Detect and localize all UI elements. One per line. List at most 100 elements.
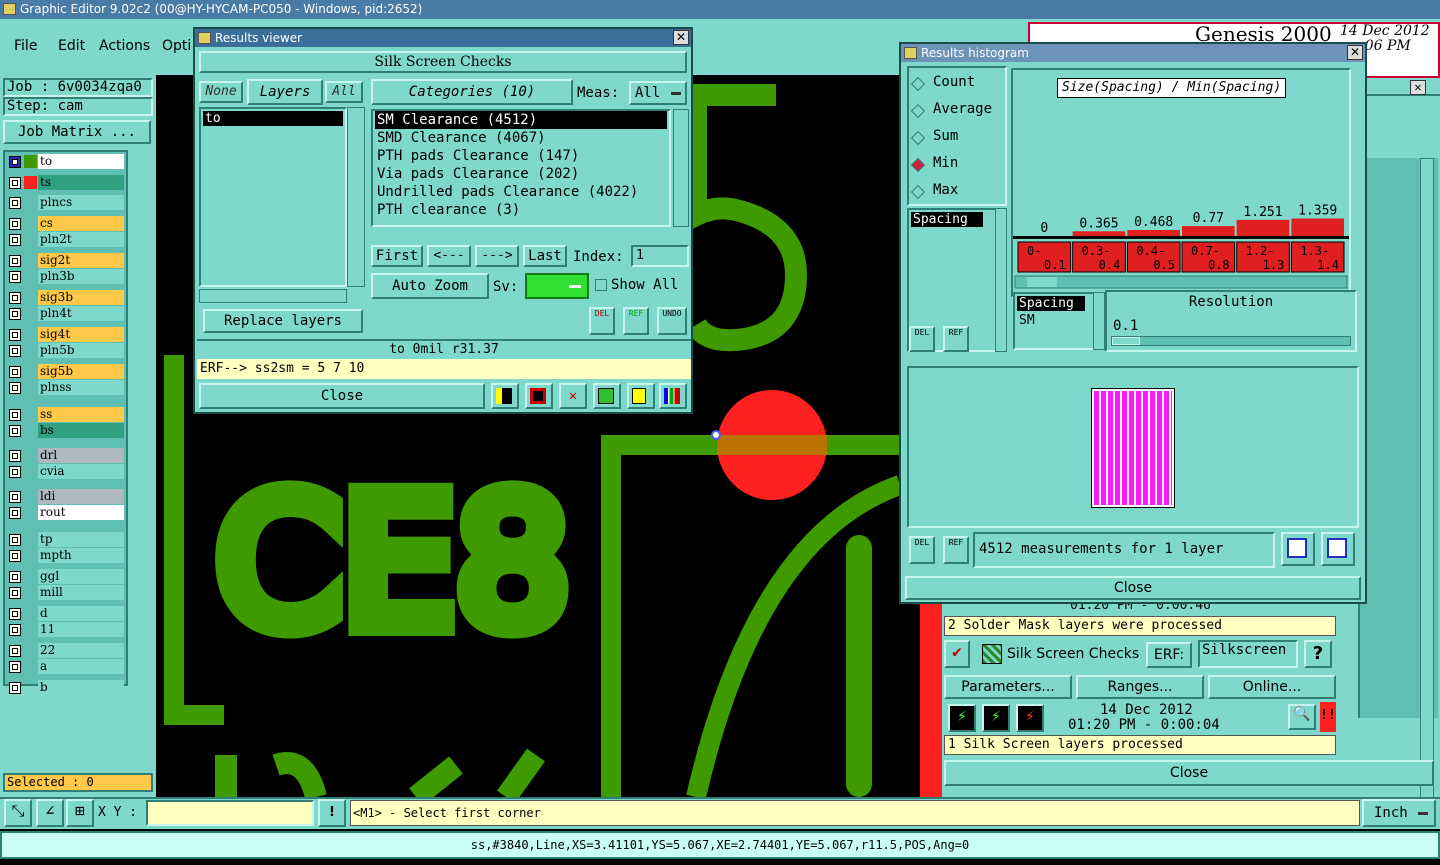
report-icon-button[interactable] <box>627 383 655 409</box>
layer-checkbox[interactable] <box>9 156 21 168</box>
layer-name[interactable]: drl <box>38 448 124 463</box>
run-all-icon-button[interactable]: ⚡ <box>982 704 1010 732</box>
layer-checkbox[interactable] <box>9 409 21 421</box>
count-icon-button[interactable] <box>593 383 621 409</box>
layer-checkbox[interactable] <box>9 308 21 320</box>
list2-scroll[interactable] <box>1093 292 1105 350</box>
layer-checkbox[interactable] <box>9 550 21 562</box>
hist-ref-button[interactable]: REF <box>943 326 969 352</box>
category-item[interactable]: Undrilled pads Clearance (4022) <box>375 183 667 201</box>
export-icon-button[interactable] <box>525 383 553 409</box>
layer-checkbox[interactable] <box>9 271 21 283</box>
layer-row[interactable]: cvia <box>6 464 124 480</box>
prev-button[interactable]: <--- <box>427 245 471 267</box>
layer-name[interactable]: pln2t <box>38 232 124 247</box>
slider-thumb[interactable] <box>1112 337 1140 345</box>
layer-row[interactable]: mill <box>6 585 124 601</box>
chart-hscroll[interactable] <box>1014 275 1348 289</box>
radio-diamond-icon[interactable] <box>910 157 926 173</box>
layer-results-list[interactable]: to <box>199 107 347 287</box>
layer-row[interactable]: pln3b <box>6 269 124 285</box>
units-select[interactable]: Inch <box>1362 799 1436 827</box>
layer-list-hscroll[interactable] <box>199 289 347 303</box>
index-input[interactable]: 1 <box>631 245 689 267</box>
erf-button[interactable]: ERF: <box>1146 642 1192 668</box>
layer-name[interactable]: a <box>38 659 124 674</box>
layer-name[interactable]: plnss <box>38 380 124 395</box>
radio-diamond-icon[interactable] <box>910 76 926 92</box>
layer-checkbox[interactable] <box>9 571 21 583</box>
radio-diamond-icon[interactable] <box>910 184 926 200</box>
stop-icon-button[interactable]: ⚡ <box>1016 704 1044 732</box>
map-ref-button[interactable]: REF <box>943 536 969 564</box>
layer-name[interactable]: d <box>38 606 124 621</box>
job-matrix-button[interactable]: Job Matrix ... <box>3 120 151 144</box>
histogram-close-button[interactable]: Close <box>905 576 1361 600</box>
layer-row[interactable]: to <box>6 154 124 170</box>
layer-row[interactable]: sig5b <box>6 364 124 380</box>
layer-row[interactable]: plncs <box>6 195 124 211</box>
layer-checkbox[interactable] <box>9 366 21 378</box>
layer-row[interactable]: rout <box>6 505 124 521</box>
layer-row[interactable]: 11 <box>6 622 124 638</box>
layer-name[interactable]: pln3b <box>38 269 124 284</box>
categories-vscroll[interactable] <box>673 109 689 227</box>
layer-name[interactable]: cvia <box>38 464 124 479</box>
layer-name[interactable]: bs <box>38 423 124 438</box>
layer-row[interactable]: ldi <box>6 489 124 505</box>
next-button[interactable]: ---> <box>475 245 519 267</box>
layer-checkbox[interactable] <box>9 587 21 599</box>
checklist-scrollbar[interactable] <box>1420 158 1434 798</box>
measurement-item[interactable]: Spacing <box>911 212 983 227</box>
measure-button[interactable]: ∠ <box>36 799 64 827</box>
layer-row[interactable]: plnss <box>6 380 124 396</box>
layer-name[interactable]: pln5b <box>38 343 124 358</box>
show-all-checkbox[interactable] <box>595 279 607 291</box>
layer-row[interactable]: sig2t <box>6 253 124 269</box>
layer-row[interactable]: drl <box>6 448 124 464</box>
layer-row[interactable]: b <box>6 680 124 696</box>
erf-value-field[interactable]: Silkscreen <box>1198 640 1298 668</box>
help-button[interactable]: ? <box>1304 640 1332 668</box>
layer-name[interactable]: 22 <box>38 643 124 658</box>
resolution-slider[interactable] <box>1111 336 1351 346</box>
results-viewer-titlebar[interactable]: Results viewer ✕ <box>195 29 691 47</box>
category-item[interactable]: SMD Clearance (4067) <box>375 129 667 147</box>
zoom-results-button[interactable]: 🔍 <box>1288 704 1316 730</box>
radio-diamond-icon[interactable] <box>910 103 926 119</box>
layers-button[interactable]: Layers <box>247 79 323 105</box>
close-icon[interactable]: ✕ <box>1410 80 1426 95</box>
category-item[interactable]: Via pads Clearance (202) <box>375 165 667 183</box>
layer-name[interactable]: ldi <box>38 489 124 504</box>
layer-name[interactable]: to <box>38 154 124 169</box>
online-button[interactable]: Online... <box>1208 675 1336 699</box>
layer-name[interactable]: ggl <box>38 569 124 584</box>
layer-name[interactable]: pln4t <box>38 306 124 321</box>
checklist-close-button[interactable]: Close <box>944 760 1434 786</box>
measurement-list-2[interactable]: Spacing SM <box>1013 292 1095 350</box>
layer-checkbox[interactable] <box>9 329 21 341</box>
layer-checkbox[interactable] <box>9 292 21 304</box>
layer-name[interactable]: plncs <box>38 195 124 210</box>
layer-checkbox[interactable] <box>9 491 21 503</box>
menu-edit[interactable]: Edit <box>58 38 85 54</box>
layer-name[interactable]: sig2t <box>38 253 124 268</box>
layer-row[interactable]: sig4t <box>6 327 124 343</box>
layer-checkbox[interactable] <box>9 255 21 267</box>
layer-checkbox[interactable] <box>9 661 21 673</box>
map-zoom-out-button[interactable] <box>1321 532 1355 566</box>
layer-checkbox[interactable] <box>9 624 21 636</box>
results-close-button[interactable]: Close <box>199 383 485 409</box>
layer-results-item[interactable]: to <box>203 111 343 126</box>
map-zoom-in-button[interactable] <box>1281 532 1315 566</box>
category-item[interactable]: SM Clearance (4512) <box>375 111 667 129</box>
grid-button[interactable]: ⊞ <box>66 799 94 827</box>
ref-button[interactable]: REF <box>623 307 649 335</box>
snap-button[interactable]: ⤡ <box>4 799 32 827</box>
histogram-titlebar[interactable]: Results histogram ✕ <box>901 44 1365 62</box>
menu-options[interactable]: Opti <box>162 38 191 54</box>
close-icon[interactable]: ✕ <box>1347 45 1363 60</box>
layer-row[interactable]: tp <box>6 532 124 548</box>
layer-checkbox[interactable] <box>9 177 21 189</box>
meas-select[interactable]: All <box>629 81 687 105</box>
